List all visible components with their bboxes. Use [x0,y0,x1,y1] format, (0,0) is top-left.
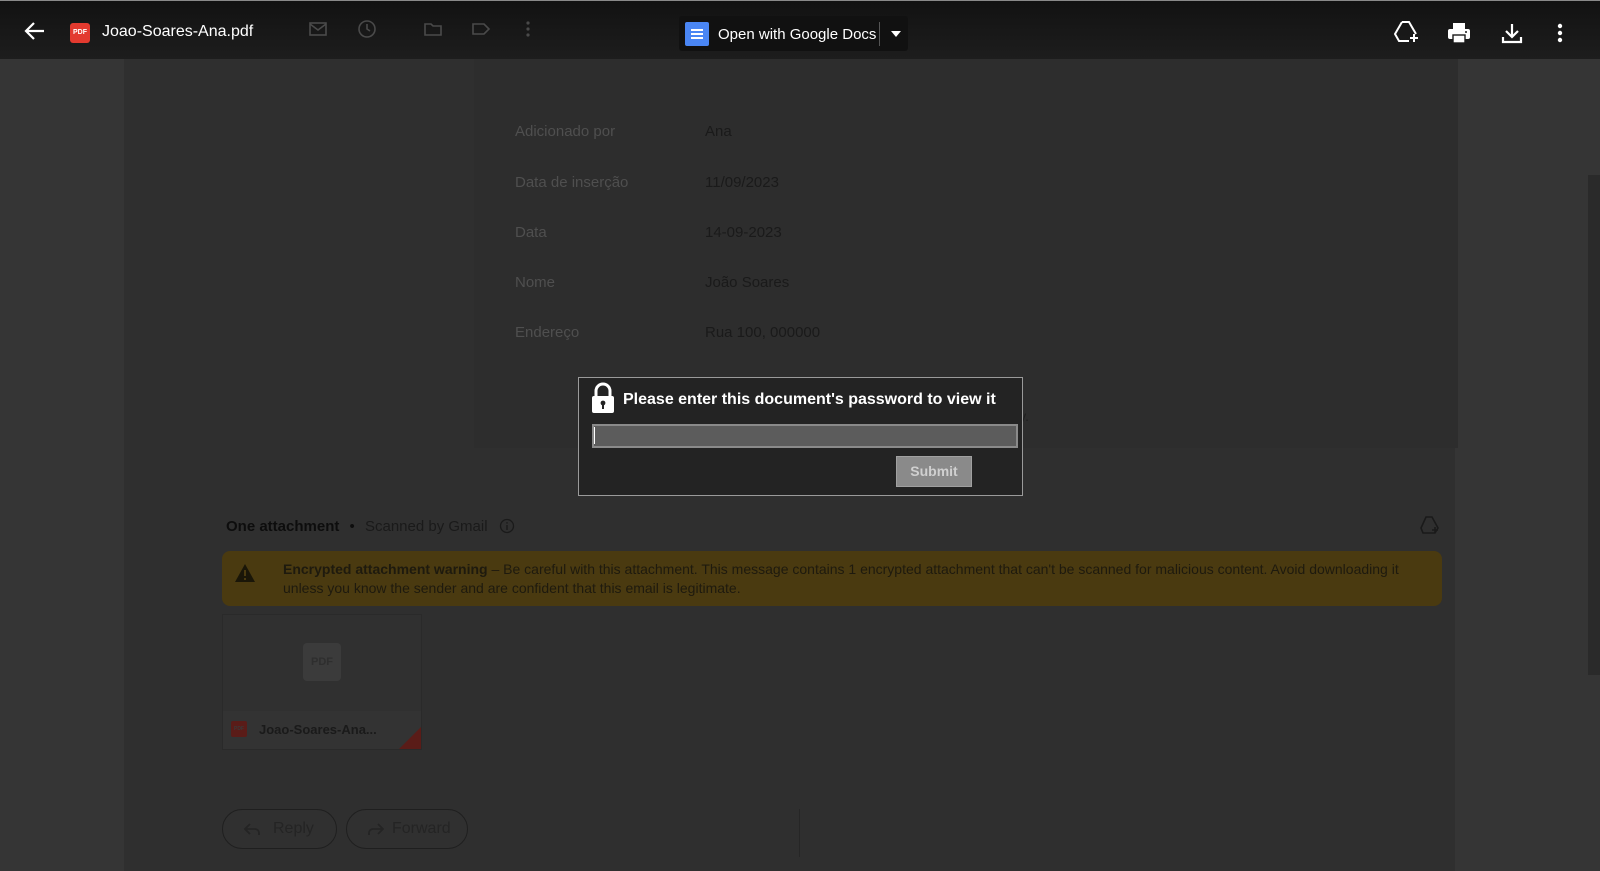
viewer-toolbar: PDF Joao-Soares-Ana.pdf Open with Google… [0,0,1600,59]
value-address: Rua 100, 000000 [705,324,821,341]
pdf-badge-icon: PDF [231,721,247,737]
more-options-icon[interactable] [1556,23,1564,48]
clock-icon [357,19,377,39]
label-date: Data [515,224,547,241]
reply-button[interactable]: Reply [222,809,337,849]
attachment-preview: PDF [223,615,421,711]
value-name: João Soares [705,274,790,291]
pdf-file-icon: PDF [303,643,341,681]
forward-icon [367,821,385,842]
password-dialog: Please enter this document's password to… [578,377,1023,496]
file-title: Joao-Soares-Ana.pdf [102,23,254,40]
value-added-by: Ana [705,123,732,140]
right-backdrop [1455,0,1600,871]
open-with-label: Open with Google Docs [718,26,877,43]
pdf-icon: PDF [70,23,90,43]
more-mail-icon [518,19,538,39]
encrypted-attachment-warning: Encrypted attachment warning – Be carefu… [222,551,1442,606]
email-card-left [226,58,474,482]
info-icon[interactable] [499,518,515,539]
label-icon [471,19,491,39]
add-to-drive-icon[interactable] [1420,516,1440,539]
attachment-card[interactable]: PDF PDF Joao-Soares-Ana... [222,614,422,750]
forward-label: Forward [392,820,451,837]
reply-icon [243,821,261,842]
dialog-title: Please enter this document's password to… [623,391,996,408]
value-date: 14-09-2023 [705,224,782,241]
mail-icon [308,19,328,39]
add-to-drive-icon[interactable] [1393,21,1420,48]
lock-icon [591,382,615,419]
reply-label: Reply [273,820,314,837]
left-backdrop [0,0,124,871]
divider [799,809,800,857]
value-insert-date: 11/09/2023 [705,174,779,191]
label-added-by: Adicionado por [515,123,616,140]
warning-text: Encrypted attachment warning – Be carefu… [283,560,1423,598]
attachment-corner [399,727,421,749]
text-caret [594,427,595,444]
chevron-down-icon[interactable] [891,31,901,37]
warning-title: Encrypted attachment warning [283,561,488,577]
separator-dot: • [349,518,355,535]
open-with-google-docs-button[interactable]: Open with Google Docs [679,16,908,51]
attachment-filename: Joao-Soares-Ana... [259,722,377,737]
download-icon[interactable] [1501,22,1523,49]
scrollbar[interactable] [1588,175,1600,675]
label-name: Nome [515,274,556,291]
print-icon[interactable] [1447,22,1471,49]
label-insert-date: Data de inserção [515,174,629,191]
label-address: Endereço [515,324,580,341]
move-folder-icon [423,19,443,39]
scanned-label: Scanned by Gmail [364,518,488,535]
back-arrow-icon[interactable] [24,21,46,46]
warning-icon [234,563,256,588]
attachments-header: One attachment • Scanned by Gmail [226,518,488,535]
attachment-count: One attachment [226,518,340,535]
forward-button[interactable]: Forward [346,809,468,849]
pdf-viewer-page: Adicionado por Ana Data de inserção 11/0… [0,0,1600,871]
button-divider [879,22,880,46]
submit-button[interactable]: Submit [896,456,972,487]
password-input[interactable] [592,424,1018,448]
google-docs-icon [685,22,709,46]
